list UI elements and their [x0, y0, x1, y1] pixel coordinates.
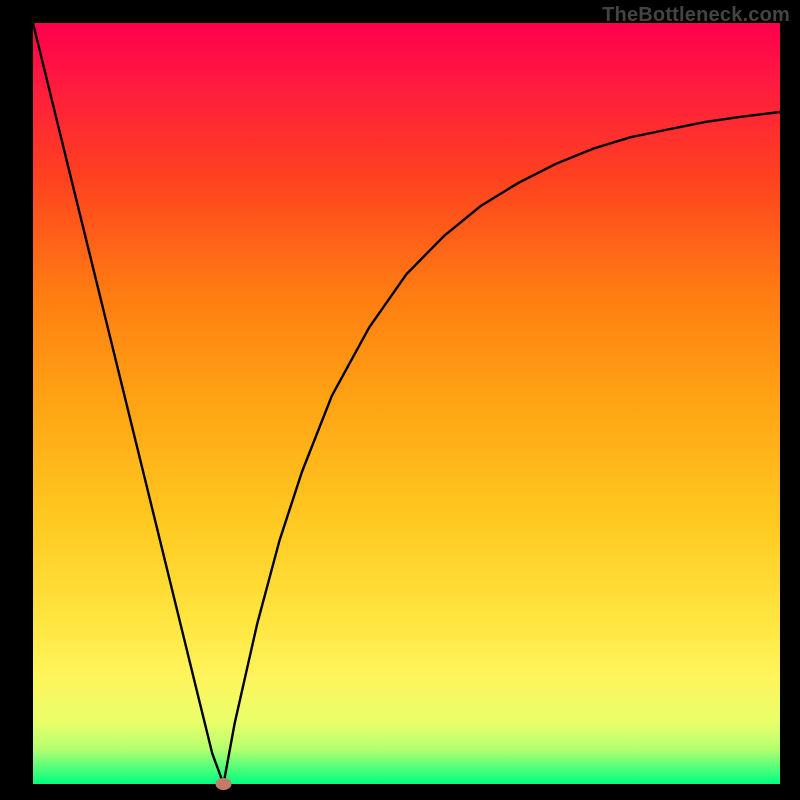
- vertex-marker: [215, 778, 231, 790]
- chart-stage: TheBottleneck.com: [0, 0, 800, 800]
- chart-svg: [0, 0, 800, 800]
- watermark-text: TheBottleneck.com: [602, 4, 790, 27]
- plot-background: [33, 23, 780, 784]
